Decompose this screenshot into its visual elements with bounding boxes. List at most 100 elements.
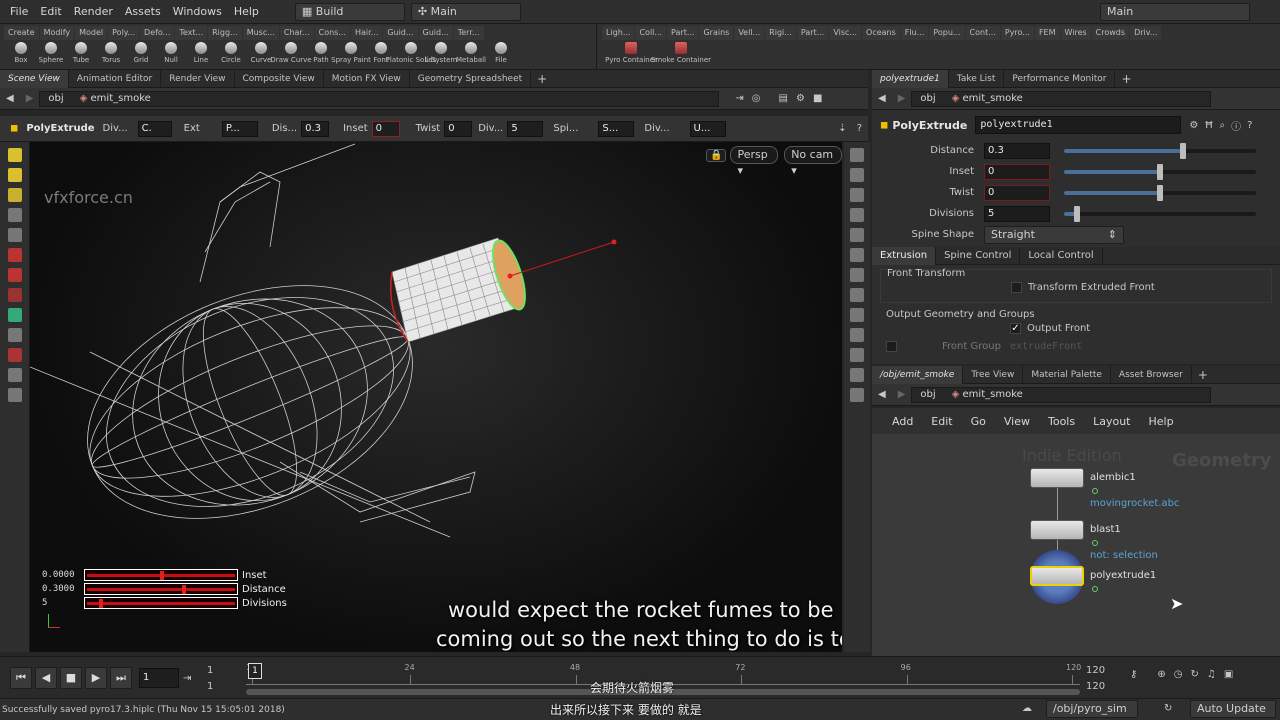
normals-icon[interactable] [850, 328, 864, 342]
menu-help[interactable]: Help [228, 0, 265, 24]
shelf-tab-right[interactable]: Grains [699, 26, 734, 40]
shelf-tool-null[interactable]: Null [156, 42, 186, 64]
shelf-tab-right[interactable]: FEM [1034, 26, 1060, 40]
cloud-icon[interactable]: ☁ [1022, 703, 1032, 714]
range-end-a[interactable]: 120 [1086, 665, 1105, 676]
network-menu-edit[interactable]: Edit [931, 415, 952, 428]
key-icon[interactable]: ⚷ [1130, 669, 1137, 680]
handle-icon[interactable] [7, 228, 22, 242]
param-node-name-field[interactable]: polyextrude1 [975, 116, 1182, 134]
menu-edit[interactable]: Edit [34, 0, 67, 24]
shelf-tool-torus[interactable]: Torus [96, 42, 126, 64]
tab-left-2[interactable]: Render View [161, 69, 235, 88]
shelf-tab-right[interactable]: Flu... [900, 26, 929, 40]
ghost-icon[interactable] [850, 288, 864, 302]
link-icon[interactable]: ◎ [752, 93, 761, 104]
param-help-icon[interactable]: ? [1247, 120, 1252, 131]
settings-icon[interactable]: ⚙ [796, 93, 805, 104]
tab-left-5[interactable]: Geometry Spreadsheet [410, 69, 532, 88]
shelf-tool-platonic-solids[interactable]: Platonic Solids [386, 42, 436, 64]
global-anim-icon[interactable]: ▣ [1224, 669, 1233, 680]
menu-windows[interactable]: Windows [167, 0, 228, 24]
shelf-tool-draw-curve[interactable]: Draw Curve [270, 42, 312, 64]
shelf-tool-box[interactable]: Box [6, 42, 36, 64]
shelf-tool-pyro-container[interactable]: Pyro Container [605, 42, 657, 64]
shelf-tool-circle[interactable]: Circle [216, 42, 246, 64]
lock-icon[interactable]: 🔒 [706, 148, 727, 162]
audio-icon[interactable]: ♫ [1207, 669, 1216, 680]
home-icon[interactable] [850, 228, 864, 242]
shelf-tab[interactable]: Poly... [108, 26, 140, 40]
layout-dropdown[interactable]: ✣ Main [410, 2, 521, 21]
node-blast1[interactable]: blast1 not: selection [1030, 520, 1158, 561]
shelf-tab[interactable]: Rigg... [208, 26, 242, 40]
network-back-icon[interactable]: ◀ [872, 389, 892, 400]
translate-icon[interactable] [7, 248, 22, 262]
network-forward-icon[interactable]: ▶ [892, 389, 912, 400]
network-menu-go[interactable]: Go [971, 415, 986, 428]
op-ext-field[interactable]: P... [221, 120, 258, 137]
front-group-field[interactable]: extrudeFront [1010, 341, 1082, 352]
param-distance-slider[interactable] [1064, 142, 1256, 159]
shelf-tab-right[interactable]: Rigi... [765, 26, 796, 40]
display-icon[interactable] [850, 148, 864, 162]
node-body[interactable] [1030, 566, 1084, 586]
shelf-tab[interactable]: Text... [175, 26, 208, 40]
maximize-icon[interactable]: ■ [813, 93, 822, 104]
path-obj[interactable]: obj [40, 93, 71, 104]
network-path-emit-smoke[interactable]: ◈ emit_smoke [944, 389, 1031, 400]
spine-shape-dropdown[interactable]: Straight ⇕ [984, 225, 1124, 244]
shelf-tool-grid[interactable]: Grid [126, 42, 156, 64]
network-menu-help[interactable]: Help [1149, 415, 1174, 428]
scale-icon[interactable] [7, 288, 22, 302]
tab-param-2[interactable]: Performance Monitor [1004, 69, 1116, 88]
param-divisions-field[interactable]: 5 [984, 205, 1050, 222]
menu-assets[interactable]: Assets [119, 0, 167, 24]
param-forward-icon[interactable]: ▶ [892, 93, 912, 104]
shelf-tab[interactable]: Guid... [383, 26, 418, 40]
param-twist-field[interactable]: 0 [984, 184, 1050, 201]
op-c-field[interactable]: C. [137, 120, 172, 137]
right-desktop-dropdown[interactable]: Main [1100, 2, 1250, 21]
op-twist-field[interactable]: 0 [444, 120, 473, 137]
param-inset-slider[interactable] [1064, 163, 1256, 180]
frame-step-icon[interactable]: ⇥ [183, 673, 191, 684]
clock-icon[interactable]: ◷ [1174, 669, 1183, 680]
loop-icon[interactable]: ↻ [1190, 669, 1198, 680]
jump-start-button[interactable]: ⏮ [10, 667, 32, 689]
close-view-icon[interactable] [850, 208, 864, 222]
add-param-tab-icon[interactable]: + [1115, 72, 1137, 86]
light-icon[interactable] [7, 388, 22, 402]
pivot-icon[interactable] [7, 328, 22, 342]
shelf-tab-right[interactable]: Wires [1060, 26, 1091, 40]
param-distance-field[interactable]: 0.3 [984, 142, 1050, 159]
left-path-field[interactable]: obj ◈ emit_smoke [39, 90, 720, 107]
shelf-tool-metaball[interactable]: Metaball [456, 42, 486, 64]
network-menu-add[interactable]: Add [892, 415, 913, 428]
shelf-tab-right[interactable]: Ligh... [602, 26, 635, 40]
shelf-tab[interactable]: Guid... [418, 26, 453, 40]
jump-end-button[interactable]: ⏭ [110, 667, 132, 689]
tab-left-3[interactable]: Composite View [235, 69, 324, 88]
shelf-tab-right[interactable]: Vell... [734, 26, 765, 40]
back-icon[interactable]: ◀ [0, 93, 20, 104]
wireframe-icon[interactable] [850, 168, 864, 182]
snap-icon[interactable] [7, 308, 22, 322]
shelf-tool-sphere[interactable]: Sphere [36, 42, 66, 64]
network-menu-layout[interactable]: Layout [1093, 415, 1130, 428]
tab-network-1[interactable]: Tree View [963, 365, 1024, 384]
output-front-checkbox[interactable]: ✓ [1010, 323, 1021, 334]
sim-path-dropdown[interactable]: /obj/pyro_sim [1046, 700, 1138, 718]
network-path-obj[interactable]: obj [912, 389, 943, 400]
network-editor[interactable]: Indie Edition Geometry alembic1 movingroc… [872, 434, 1280, 656]
shelf-tab[interactable]: Char... [279, 26, 314, 40]
toolbar-options-icon[interactable]: ⇣ [834, 123, 850, 134]
scene-viewport[interactable]: vfxforce.cn 🔒 Persp ▾ No cam ▾ 0.0000 Ins… [30, 142, 842, 652]
transform-front-checkbox[interactable] [1011, 282, 1022, 293]
shelf-tab-right[interactable]: Visc... [829, 26, 862, 40]
tab-param-0[interactable]: polyextrude1 [872, 69, 949, 88]
front-group-checkbox[interactable] [886, 341, 897, 352]
network-menu-tools[interactable]: Tools [1048, 415, 1075, 428]
shelf-tab-right[interactable]: Cont... [965, 26, 1000, 40]
param-twist-slider[interactable] [1064, 184, 1256, 201]
